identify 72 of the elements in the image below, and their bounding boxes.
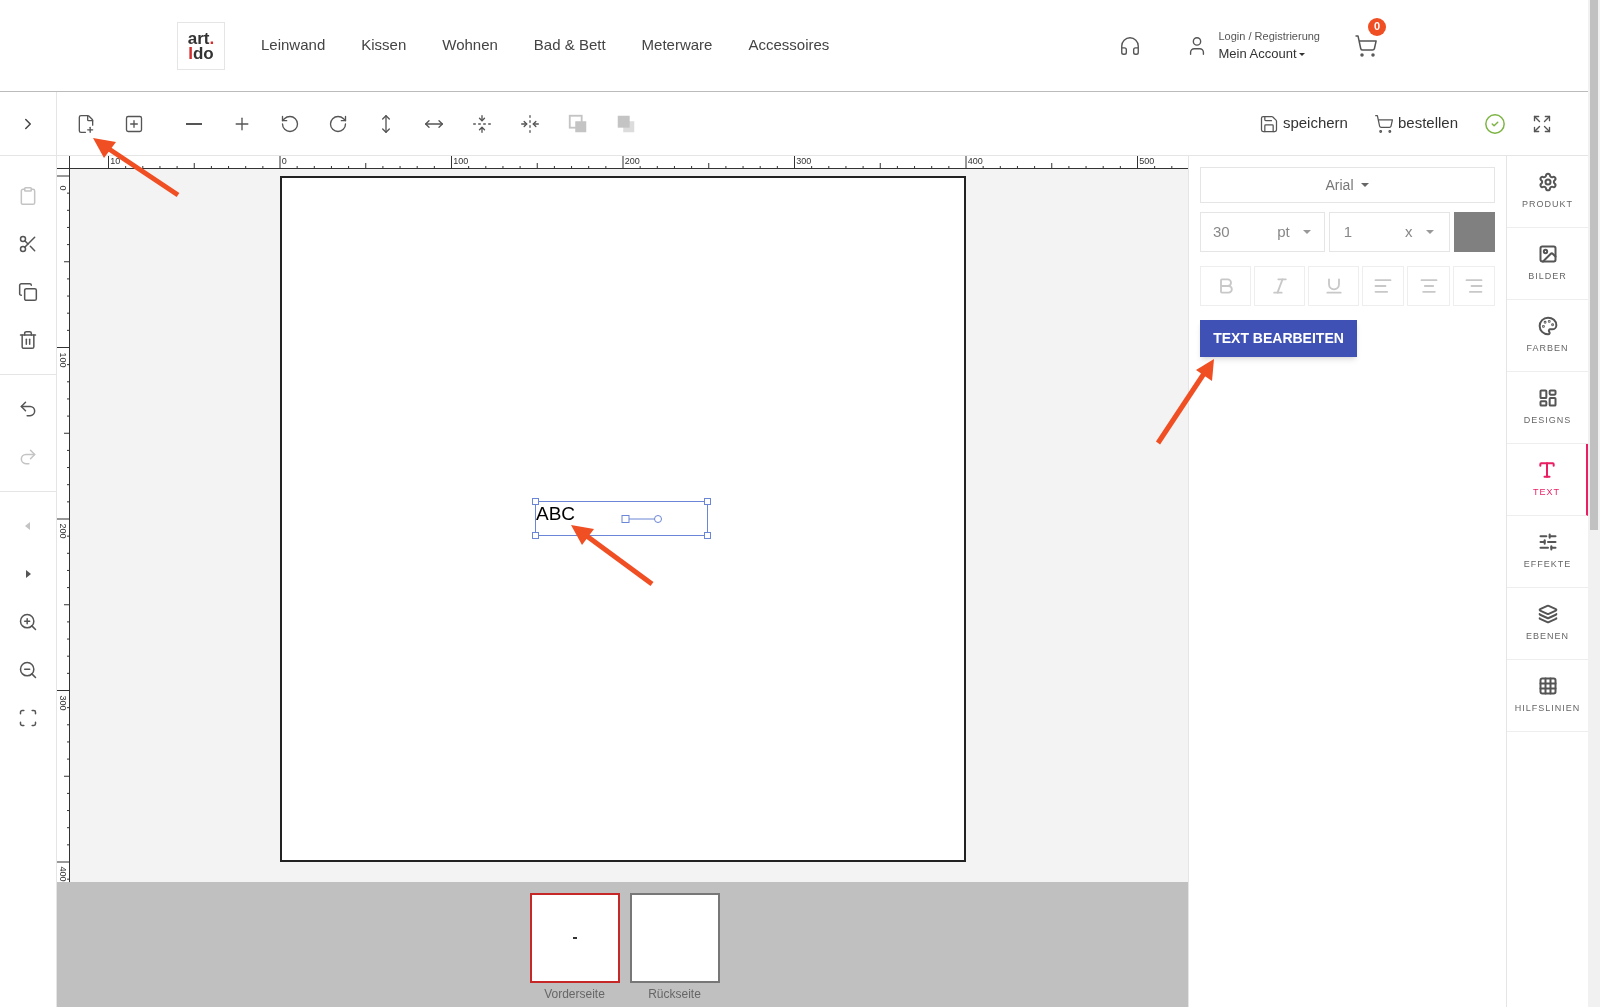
add-page-icon (76, 113, 96, 134)
ruler-label: 0 (57, 184, 69, 193)
ruler-label: 10 (110, 155, 121, 167)
palette-icon (1537, 315, 1558, 336)
text-object[interactable]: ABC (535, 501, 708, 536)
resize-handle[interactable] (532, 498, 539, 505)
layout-icon (1537, 387, 1558, 408)
nav-link[interactable]: Kissen (361, 34, 407, 57)
save-button[interactable]: speichern (1258, 112, 1348, 135)
nav-link[interactable]: Meterware (641, 34, 713, 57)
account-label: Mein Account (1218, 44, 1320, 64)
nav-link[interactable]: Bad & Bett (533, 34, 606, 57)
zoom-in-icon (18, 612, 38, 632)
text-size-icon (1536, 459, 1557, 480)
cart-count-badge: 0 (1368, 17, 1386, 36)
cart-icon[interactable] (1354, 33, 1378, 58)
horizontal-compress-icon[interactable] (519, 112, 541, 135)
font-select[interactable]: Arial (1200, 167, 1495, 203)
fullscreen-icon[interactable] (1532, 113, 1552, 134)
ruler-label: 200 (624, 155, 640, 167)
resize-handle[interactable] (532, 532, 539, 539)
nav-link[interactable]: Accessoires (748, 34, 830, 57)
ruler-label: 500 (1139, 155, 1155, 167)
headset-icon[interactable] (1119, 34, 1142, 57)
trash-icon (18, 330, 38, 350)
scrollbar[interactable] (1588, 0, 1600, 1007)
grid-icon (1537, 675, 1558, 696)
account-menu[interactable]: Login / Registrierung Mein Account (1218, 27, 1320, 64)
ruler-label: 100 (453, 155, 469, 167)
clipboard-icon (18, 186, 38, 206)
copy-icon[interactable] (16, 280, 40, 304)
zoom-out-icon (18, 660, 38, 680)
login-link[interactable]: Login / Registrierung (1218, 27, 1320, 44)
caret-icon (1301, 227, 1312, 237)
undo-icon (18, 399, 38, 419)
scissors-icon (18, 234, 38, 254)
edit-text-button[interactable]: TEXT BEARBEITEN (1200, 320, 1357, 357)
ruler-label: 300 (796, 155, 812, 167)
logo[interactable]: art. Ido (177, 21, 225, 70)
caret-icon (1424, 227, 1435, 237)
gear-icon (1537, 171, 1558, 192)
ruler-label: 400 (57, 865, 69, 884)
ruler-label: 400 (967, 155, 983, 167)
thumbnail-mark (572, 937, 577, 939)
copy-icon (18, 282, 38, 302)
rotate-left-icon (280, 113, 300, 134)
font-size-select[interactable]: 30 pt (1200, 212, 1325, 252)
vertical-compress-icon (472, 113, 492, 134)
sliders-icon (1537, 531, 1558, 552)
color-swatch[interactable] (1453, 212, 1495, 252)
line-height-select[interactable]: 1 x (1328, 212, 1450, 252)
nav-link[interactable]: Leinwand (261, 34, 326, 57)
ruler-label: 200 (57, 522, 69, 541)
vertical-compress-icon[interactable] (471, 112, 493, 135)
layers-icon (1537, 603, 1558, 624)
caret-icon (1359, 180, 1370, 190)
add-frame-icon (124, 113, 144, 134)
redo-icon (18, 447, 38, 467)
ruler-label: 0 (281, 155, 287, 167)
check-icon[interactable] (1484, 112, 1506, 135)
horizontal-compress-icon (520, 113, 540, 134)
resize-handle[interactable] (704, 532, 711, 539)
fit-screen-icon (18, 708, 38, 728)
cart-icon (1373, 113, 1394, 134)
nav-link[interactable]: Wohnen (442, 34, 498, 57)
ruler-label: 100 (57, 351, 69, 370)
image-icon (1537, 243, 1558, 264)
order-button[interactable]: bestellen (1373, 112, 1458, 135)
resize-handle[interactable] (704, 498, 711, 505)
rotate-handle-icon[interactable] (621, 514, 663, 524)
ruler-label: 300 (57, 694, 69, 713)
rotate-right-icon (328, 113, 348, 134)
